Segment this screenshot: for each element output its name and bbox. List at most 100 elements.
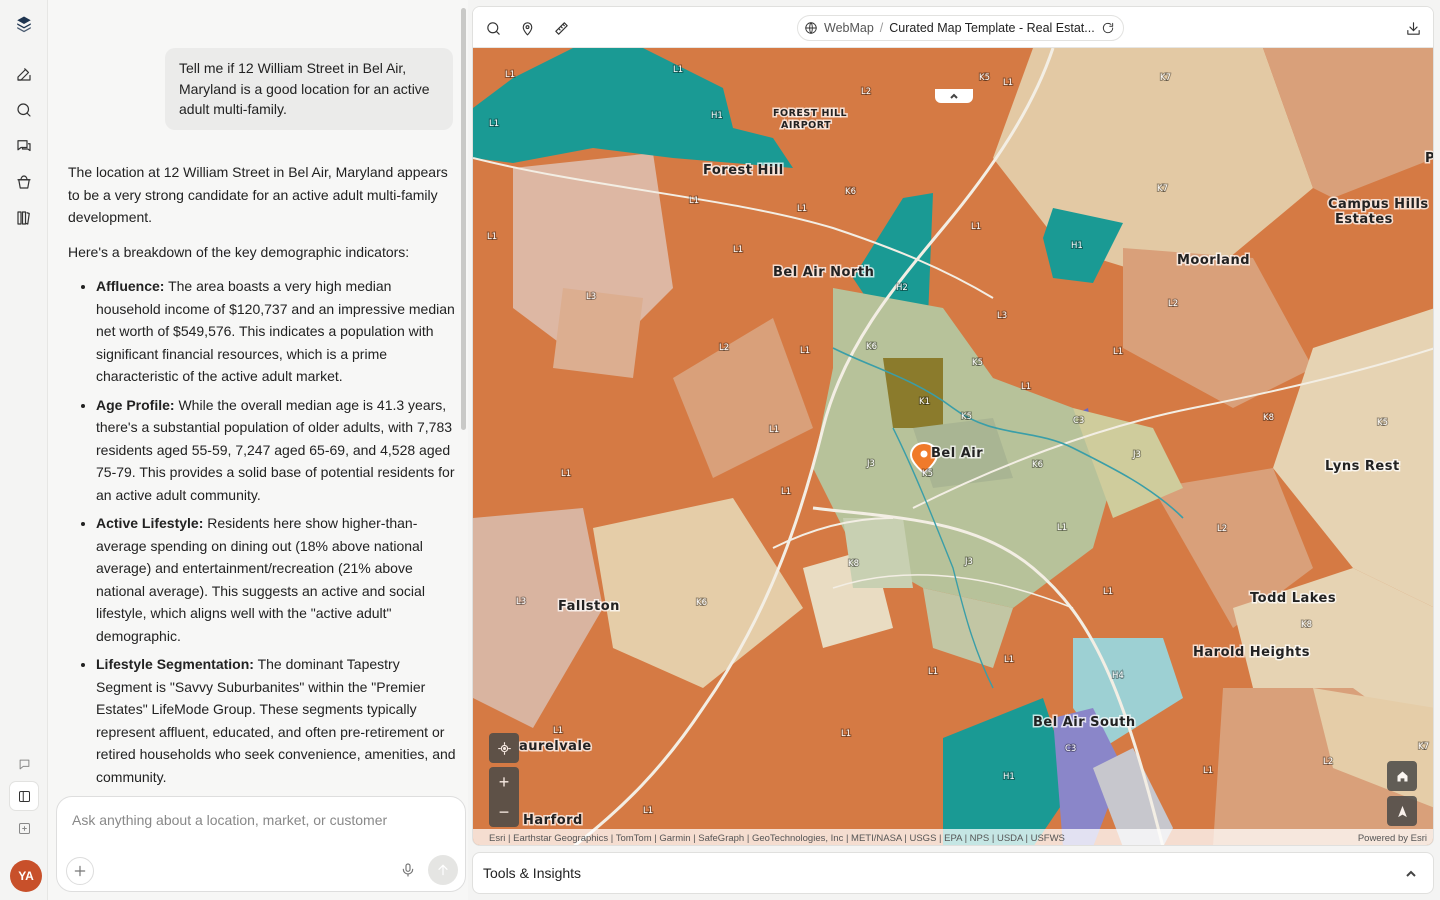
segment-code-label: L2 [1323,757,1333,767]
segment-code-label: L1 [561,469,571,479]
basket-icon[interactable] [12,170,36,194]
tapestry-map[interactable]: FOREST HILL AIRPORT Forest Hill Bel Air … [473,48,1434,846]
indicator-list: Affluence: The area boasts a very high m… [68,275,456,788]
send-button[interactable] [428,855,458,885]
app-logo-icon[interactable] [12,12,36,36]
place-label: aurelvale [519,739,592,754]
map-canvas[interactable]: FOREST HILL AIRPORT Forest Hill Bel Air … [473,48,1434,846]
refresh-icon[interactable] [1101,21,1115,35]
place-label: Moorland [1177,253,1250,268]
tools-insights-bar[interactable]: Tools & Insights [472,852,1434,894]
segment-code-label: L3 [516,597,526,607]
segment-code-label: K6 [696,598,707,608]
segment-code-label: L1 [1057,523,1067,533]
segment-code-label: L1 [673,65,683,75]
attribution-text: Esri | Earthstar Geographics | TomTom | … [489,832,1065,844]
segment-code-label: L1 [733,245,743,255]
segment-code-label: K5 [922,469,933,479]
segment-code-label: H1 [711,111,723,121]
segment-code-label: J3 [866,459,875,469]
answer-intro: The location at 12 William Street in Bel… [68,164,448,225]
map-toolbar: WebMap / Curated Map Template - Real Est… [473,7,1433,48]
segment-code-label: K5 [1377,418,1388,428]
place-label: Harold Heights [1193,645,1310,660]
map-panel: WebMap / Curated Map Template - Real Est… [472,6,1434,846]
tools-insights-label[interactable]: Tools & Insights [483,865,581,881]
measure-tool-icon[interactable] [550,17,572,39]
attach-button[interactable] [66,857,94,885]
assistant-answer: The location at 12 William Street in Bel… [68,161,456,794]
segment-code-label: C3 [1073,416,1084,426]
user-avatar[interactable]: YA [10,860,42,892]
zoom-out-button[interactable]: − [489,797,519,827]
powered-by[interactable]: Powered by Esri [1358,833,1427,844]
map-search-icon[interactable] [482,17,504,39]
segment-code-label: K8 [1263,413,1274,423]
answer-breakdown-lead: Here's a breakdown of the key demographi… [68,243,410,260]
locate-button[interactable] [489,733,519,763]
segment-code-label: L1 [800,346,810,356]
segment-code-label: L1 [928,667,938,677]
segment-code-label: L1 [971,222,981,232]
segment-code-label: K7 [1418,742,1429,752]
segment-code-label: K7 [1157,184,1168,194]
segment-code-label: L1 [769,425,779,435]
segment-code-label: L1 [489,119,499,129]
left-rail: YA [0,0,48,900]
split-view-icon[interactable] [10,782,38,810]
chat-input-placeholder[interactable]: Ask anything about a location, market, o… [72,812,387,828]
segment-code-label: H4 [1112,671,1124,681]
zoom-controls: + − [489,767,519,827]
segment-code-label: L1 [781,487,791,497]
segment-code-label: K6 [845,187,856,197]
bullet-title: Lifestyle Segmentation: [96,656,254,672]
segment-code-label: L2 [719,343,729,353]
segment-code-label: L1 [1103,587,1113,597]
search-icon[interactable] [12,98,36,122]
library-icon[interactable] [12,206,36,230]
chat-view-icon[interactable] [10,750,38,778]
place-label: Fallston [558,599,620,614]
segment-code-label: L2 [861,87,871,97]
download-icon[interactable] [1402,17,1424,39]
chevron-up-icon[interactable] [1405,867,1419,881]
bullet-title: Age Profile: [96,396,175,413]
segment-code-label: L1 [1004,655,1014,665]
breadcrumb-separator: / [879,21,884,35]
segment-code-label: L1 [797,204,807,214]
place-label: FOREST HILL [773,108,847,119]
new-chat-icon[interactable] [12,62,36,86]
breadcrumb-root[interactable]: WebMap [824,21,874,35]
place-label: Harford [523,813,583,828]
segment-code-label: K8 [1301,620,1312,630]
home-button[interactable] [1387,761,1417,791]
place-label: Lyns Rest [1325,459,1400,474]
segment-code-label: L3 [997,311,1007,321]
chat-input-box[interactable]: Ask anything about a location, market, o… [56,796,466,892]
place-label: Todd Lakes [1250,591,1336,606]
list-item: Lifestyle Segmentation: The dominant Tap… [96,653,456,788]
zoom-in-button[interactable]: + [489,767,519,797]
microphone-icon[interactable] [397,859,419,881]
segment-code-label: L3 [586,292,596,302]
chat-scrollbar[interactable] [461,8,466,430]
location-pin-icon[interactable] [516,17,538,39]
segment-code-label: K6 [1032,460,1043,470]
segment-code-label: L2 [1217,524,1227,534]
place-label: Bel Air South [1033,715,1136,730]
map-view-icon[interactable] [10,814,38,842]
segment-code-label: H1 [1003,772,1015,782]
segment-code-label: L1 [1203,766,1213,776]
chats-icon[interactable] [12,134,36,158]
breadcrumb[interactable]: WebMap / Curated Map Template - Real Est… [797,15,1124,41]
navigate-button[interactable] [1387,796,1417,826]
collapse-toolbar-button[interactable] [935,89,973,103]
segment-code-label: K5 [979,73,990,83]
place-label: Bel Air North [773,265,874,280]
segment-code-label: L1 [841,729,851,739]
segment-code-label: L1 [1021,382,1031,392]
chat-panel: Tell me if 12 William Street in Bel Air,… [48,0,468,900]
segment-code-label: H1 [1071,241,1083,251]
segment-code-label: L1 [487,232,497,242]
segment-code-label: K8 [848,559,859,569]
